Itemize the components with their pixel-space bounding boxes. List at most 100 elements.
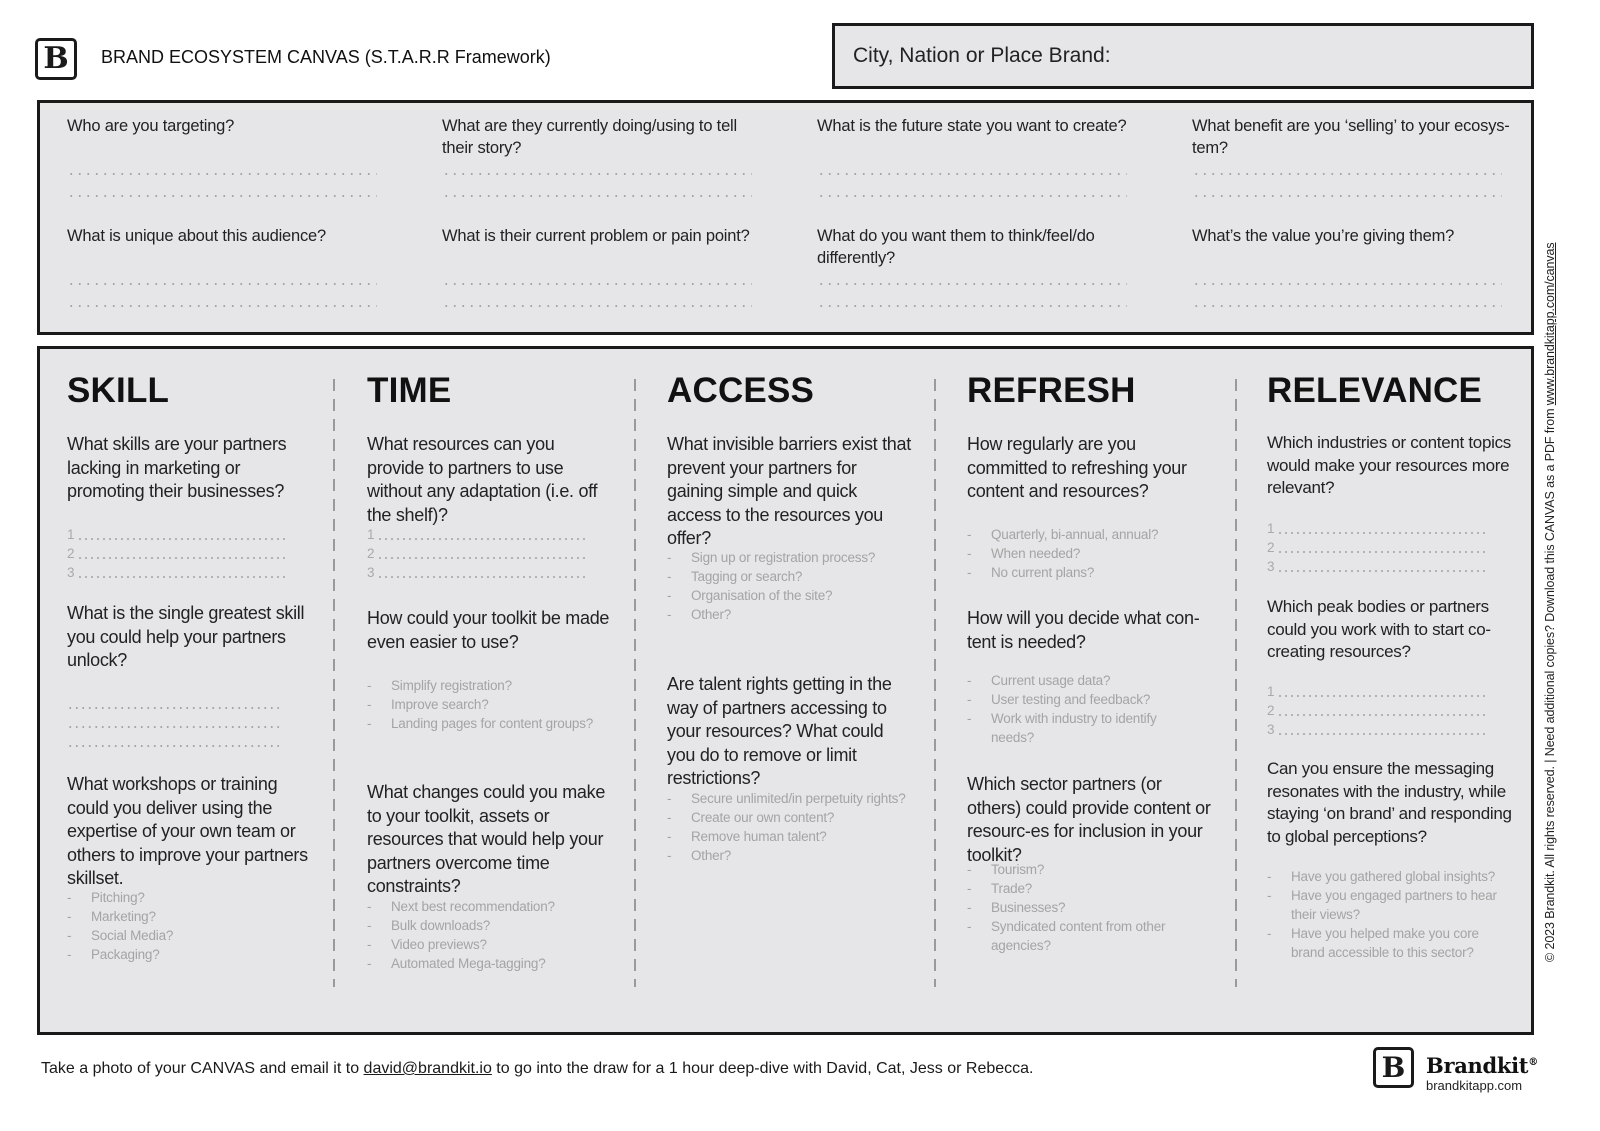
hint-item: When needed? bbox=[967, 544, 1207, 563]
hint-item: Sign up or registration process? bbox=[667, 548, 907, 567]
answer-line[interactable] bbox=[1192, 195, 1502, 197]
answer-line[interactable] bbox=[67, 173, 377, 175]
answer-line[interactable] bbox=[67, 195, 377, 197]
hint-item: User testing and feedback? bbox=[967, 690, 1187, 709]
column-refresh: REFRESH How regularly are you committed … bbox=[967, 349, 1267, 1032]
hint-item: Have you helped make you core brand acce… bbox=[1267, 924, 1497, 962]
answer-line[interactable] bbox=[817, 283, 1127, 285]
column-skill: SKILL What skills are your partners lack… bbox=[67, 349, 367, 1032]
numbered-answer-lines: 1 2 3 bbox=[1267, 519, 1487, 576]
column-question: How could your toolkit be made even easi… bbox=[367, 608, 610, 652]
answer-line[interactable] bbox=[67, 695, 279, 714]
hint-item: Video previews? bbox=[367, 935, 607, 954]
answer-line[interactable] bbox=[442, 305, 752, 307]
answer-line[interactable]: 1 bbox=[1267, 682, 1487, 701]
hint-list: Sign up or registration process? Tagging… bbox=[667, 548, 907, 624]
answer-line[interactable]: 3 bbox=[1267, 720, 1487, 739]
audience-question-value: What’s the value you’re giving them? bbox=[1192, 227, 1455, 245]
answer-line[interactable] bbox=[67, 714, 279, 733]
answer-line[interactable]: 2 bbox=[1267, 538, 1487, 557]
registered-mark: ® bbox=[1528, 1057, 1538, 1068]
footer-message: Take a photo of your CANVAS and email it… bbox=[41, 1060, 1033, 1078]
hint-item: Syndicated content from other agencies? bbox=[967, 917, 1187, 955]
hint-item: Next best recommendation? bbox=[367, 897, 607, 916]
answer-line[interactable]: 1 bbox=[1267, 519, 1487, 538]
column-relevance: RELEVANCE Which industries or content to… bbox=[1267, 349, 1567, 1032]
hint-list: Current usage data? User testing and fee… bbox=[967, 671, 1187, 747]
hint-item: Social Media? bbox=[67, 926, 307, 945]
column-question: What changes could you make to your tool… bbox=[367, 782, 606, 896]
hint-item: Marketing? bbox=[67, 907, 307, 926]
column-access: ACCESS What invisible barriers exist tha… bbox=[667, 349, 967, 1032]
hint-item: Secure unlimited/in perpetuity rights? bbox=[667, 789, 917, 808]
audience-section: Who are you targeting? What are they cur… bbox=[37, 100, 1534, 335]
column-question: Can you ensure the messaging resonates w… bbox=[1267, 759, 1512, 846]
column-time: TIME What resources can you provide to p… bbox=[367, 349, 667, 1032]
brand-url[interactable]: brandkitapp.com bbox=[1426, 1078, 1522, 1093]
hint-item: Remove human talent? bbox=[667, 827, 917, 846]
answer-line[interactable]: 3 bbox=[367, 563, 587, 582]
answer-line[interactable] bbox=[1192, 305, 1502, 307]
answer-line[interactable]: 2 bbox=[367, 544, 587, 563]
hint-list: Quarterly, bi-annual, annual? When neede… bbox=[967, 525, 1207, 582]
hint-item: Quarterly, bi-annual, annual? bbox=[967, 525, 1207, 544]
hint-item: Have you engaged partners to hear their … bbox=[1267, 886, 1497, 924]
hint-item: Tagging or search? bbox=[667, 567, 907, 586]
answer-line[interactable]: 2 bbox=[1267, 701, 1487, 720]
answer-line[interactable] bbox=[67, 305, 377, 307]
answer-line[interactable] bbox=[817, 195, 1127, 197]
answer-line[interactable] bbox=[1192, 173, 1502, 175]
column-question: What workshops or training could you del… bbox=[67, 774, 308, 888]
answer-line[interactable]: 3 bbox=[1267, 557, 1487, 576]
answer-line[interactable]: 1 bbox=[67, 525, 287, 544]
column-question: Which industries or content topics would… bbox=[1267, 433, 1511, 497]
copyright-text: © 2023 Brandkit. All rights reserved. | … bbox=[1543, 405, 1557, 962]
column-divider bbox=[1235, 379, 1237, 987]
hint-item: Businesses? bbox=[967, 898, 1187, 917]
column-title: SKILL bbox=[67, 371, 170, 410]
column-question: How will you decide what con-tent is nee… bbox=[967, 608, 1200, 652]
hint-item: No current plans? bbox=[967, 563, 1207, 582]
brand-wordmark: Brandkit® bbox=[1426, 1053, 1538, 1078]
column-question: What resources can you provide to partne… bbox=[367, 434, 598, 525]
canvas-download-link[interactable]: www.brandkitapp.com/canvas bbox=[1543, 242, 1557, 405]
hint-list: Tourism? Trade? Businesses? Syndicated c… bbox=[967, 860, 1187, 955]
page-title: BRAND ECOSYSTEM CANVAS (S.T.A.R.R Framew… bbox=[101, 47, 551, 67]
answer-line[interactable] bbox=[817, 173, 1127, 175]
hint-item: Landing pages for content groups? bbox=[367, 714, 607, 733]
column-question: How regularly are you committed to refre… bbox=[967, 434, 1187, 501]
numbered-answer-lines: 1 2 3 bbox=[1267, 682, 1487, 739]
footer-text-after: to go into the draw for a 1 hour deep-di… bbox=[491, 1060, 1034, 1077]
hint-item: Have you gathered global insights? bbox=[1267, 867, 1497, 886]
logo-letter: B bbox=[1381, 1050, 1406, 1084]
column-question: What skills are your partners lacking in… bbox=[67, 434, 287, 501]
answer-line[interactable] bbox=[1192, 283, 1502, 285]
answer-line[interactable]: 2 bbox=[67, 544, 287, 563]
numbered-answer-lines: 1 2 3 bbox=[367, 525, 587, 582]
audience-question-future-state: What is the future state you want to cre… bbox=[817, 117, 1127, 135]
answer-line[interactable] bbox=[67, 733, 279, 752]
column-question: What is the single greatest skill you co… bbox=[67, 603, 305, 670]
answer-line[interactable] bbox=[442, 173, 752, 175]
hint-item: Packaging? bbox=[67, 945, 307, 964]
hint-item: Organisation of the site? bbox=[667, 586, 907, 605]
answer-line[interactable] bbox=[817, 305, 1127, 307]
hint-item: Other? bbox=[667, 846, 917, 865]
place-brand-field[interactable]: City, Nation or Place Brand: bbox=[832, 23, 1534, 89]
answer-line[interactable]: 1 bbox=[367, 525, 587, 544]
answer-line[interactable] bbox=[67, 283, 377, 285]
audience-question-unique: What is unique about this audience? bbox=[67, 227, 327, 245]
column-title: ACCESS bbox=[667, 371, 815, 410]
column-divider bbox=[634, 379, 636, 987]
email-link[interactable]: david@brandkit.io bbox=[364, 1060, 492, 1077]
answer-line[interactable]: 3 bbox=[67, 563, 287, 582]
hint-item: Create our own content? bbox=[667, 808, 917, 827]
answer-line[interactable] bbox=[442, 283, 752, 285]
numbered-answer-lines: 1 2 3 bbox=[67, 525, 287, 582]
hint-item: Bulk downloads? bbox=[367, 916, 607, 935]
brandkit-logo-icon: B bbox=[1373, 1047, 1414, 1088]
answer-line[interactable] bbox=[442, 195, 752, 197]
hint-item: Trade? bbox=[967, 879, 1187, 898]
audience-question-benefit: What benefit are you ‘selling’ to your e… bbox=[1192, 117, 1510, 157]
hint-item: Improve search? bbox=[367, 695, 607, 714]
